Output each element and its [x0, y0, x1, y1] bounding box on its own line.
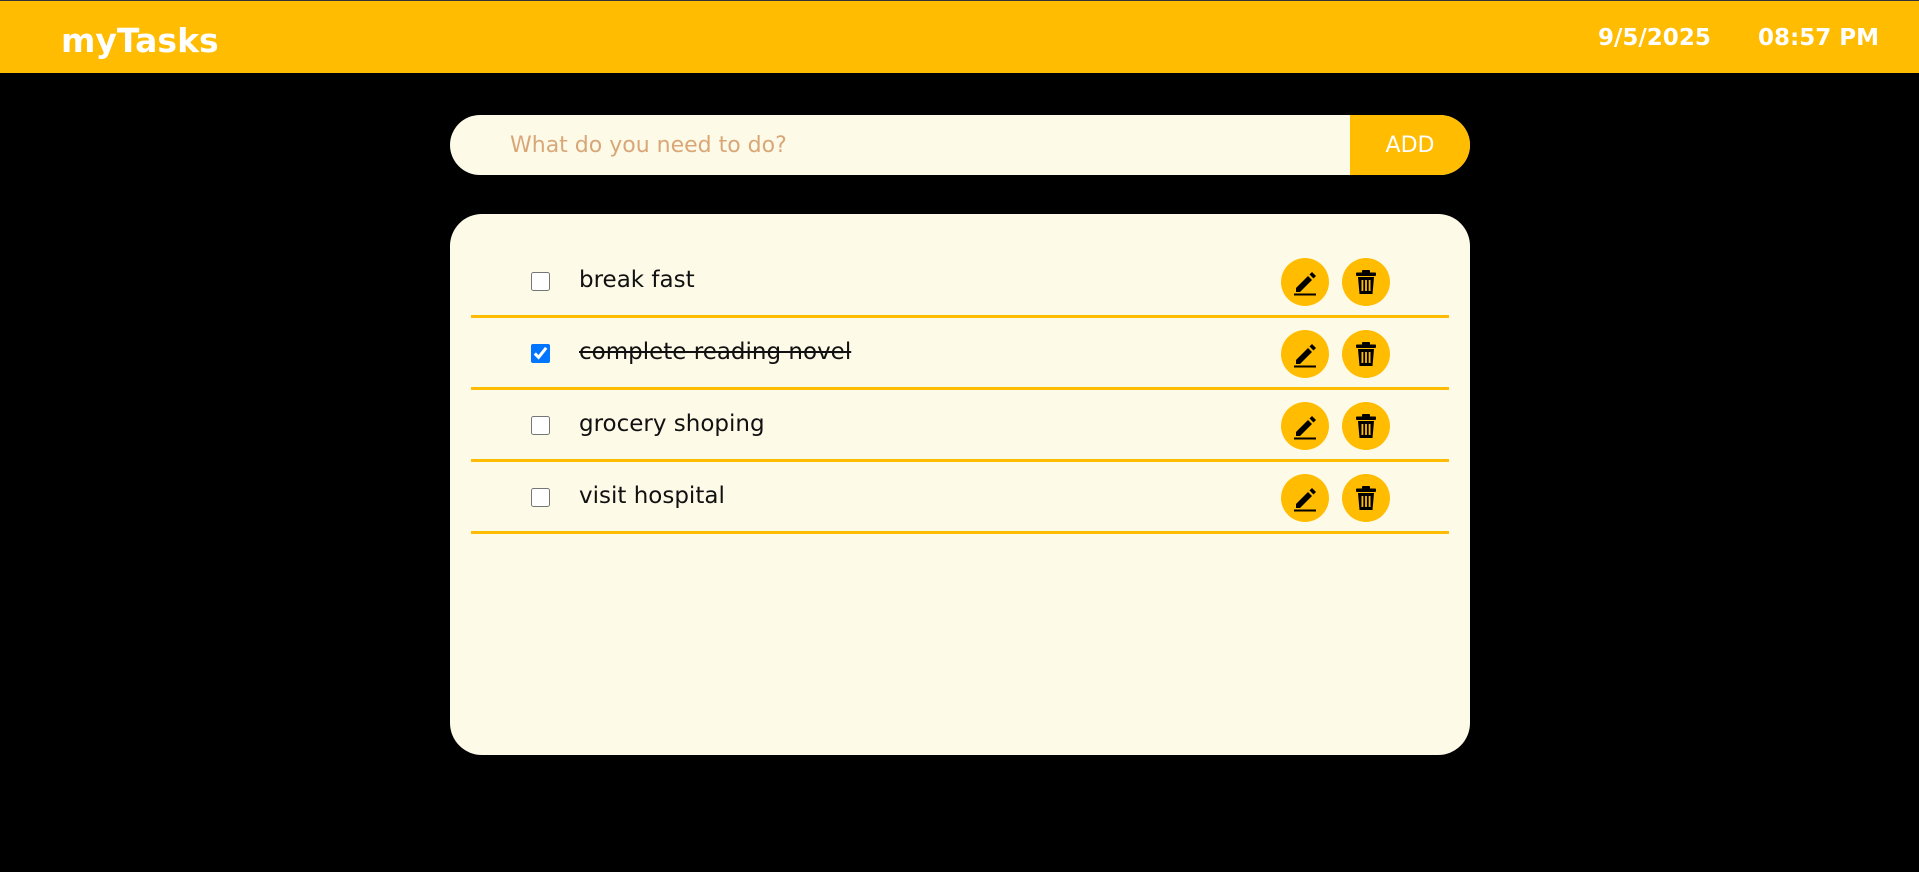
edit-button[interactable]: [1281, 330, 1329, 378]
task-checkbox[interactable]: [531, 488, 550, 507]
trash-icon: [1356, 270, 1376, 294]
task-label: visit hospital: [579, 483, 725, 509]
pencil-icon: [1294, 344, 1316, 368]
edit-button[interactable]: [1281, 474, 1329, 522]
delete-button[interactable]: [1342, 330, 1390, 378]
pencil-icon: [1294, 488, 1316, 512]
task-checkbox[interactable]: [531, 272, 550, 291]
task-label: complete reading novel: [579, 339, 852, 365]
task-row: complete reading novel: [471, 318, 1449, 390]
task-label: break fast: [579, 267, 695, 293]
app-title: myTasks: [61, 21, 219, 60]
app-header: myTasks 9/5/2025 08:57 PM: [0, 0, 1919, 73]
pencil-icon: [1294, 416, 1316, 440]
task-row: break fast: [471, 246, 1449, 318]
trash-icon: [1356, 414, 1376, 438]
delete-button[interactable]: [1342, 474, 1390, 522]
task-row: visit hospital: [471, 462, 1449, 534]
add-task-form: ADD: [450, 115, 1470, 175]
current-time: 08:57 PM: [1758, 25, 1879, 51]
add-button[interactable]: ADD: [1350, 115, 1470, 175]
delete-button[interactable]: [1342, 402, 1390, 450]
delete-button[interactable]: [1342, 258, 1390, 306]
edit-button[interactable]: [1281, 258, 1329, 306]
task-label: grocery shoping: [579, 411, 765, 437]
trash-icon: [1356, 342, 1376, 366]
task-checkbox[interactable]: [531, 344, 550, 363]
task-row: grocery shoping: [471, 390, 1449, 462]
trash-icon: [1356, 486, 1376, 510]
current-date: 9/5/2025: [1598, 25, 1711, 51]
task-input[interactable]: [450, 115, 1350, 175]
pencil-icon: [1294, 272, 1316, 296]
task-list: break fast complete reading novel grocer…: [450, 214, 1470, 755]
edit-button[interactable]: [1281, 402, 1329, 450]
task-checkbox[interactable]: [531, 416, 550, 435]
